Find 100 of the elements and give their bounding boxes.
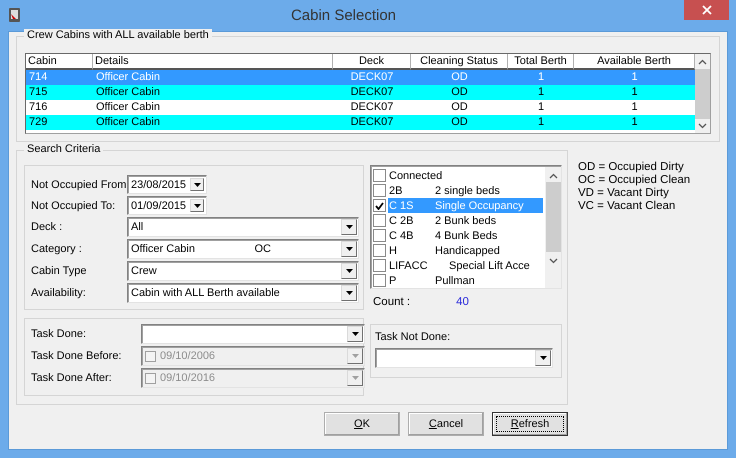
combo-value: All [131,221,144,233]
column-header[interactable]: Cleaning Status [411,54,508,70]
item-description: Special Lift Acce [449,260,530,272]
checkbox[interactable] [373,274,386,287]
feature-list[interactable]: Connected 2B 2 single beds C 1S Single Occupancy C 2B 2 Bunk beds C 4B 4 Bunk Beds H Handicapped LIFACC Special Lift Acce P Pullman [370,165,562,289]
item-code: C 1S [388,200,414,212]
dialog-button[interactable]: Cancel [408,412,484,436]
list-item[interactable]: P Pullman [373,273,545,288]
column-header[interactable]: Available Berth [574,54,695,70]
category-code: OC [254,243,271,255]
field-label: Availability: [31,287,87,299]
checkmark-icon [375,202,384,210]
table-row[interactable]: 729 Officer Cabin DECK07 OD 1 1 [26,115,695,130]
checkbox[interactable] [373,184,386,197]
table-row[interactable]: 715 Officer Cabin DECK07 OD 1 1 [26,85,695,100]
field-label: Task Done: [31,328,88,340]
combo-value: 09/10/2016 [160,372,216,384]
checkbox[interactable] [373,229,386,242]
table-cell-text: 714 [28,70,48,85]
list-item[interactable]: LIFACC Special Lift Acce [373,258,545,273]
combo-value: 09/10/2006 [160,350,216,362]
combo-value: Officer Cabin [131,243,195,255]
checkbox[interactable] [373,214,386,227]
field-label: Task Done After: [31,372,113,384]
count-label: Count : [373,296,410,308]
table-cell-text: DECK07 [350,85,394,100]
table-cell-text: OD [450,100,469,115]
list-item[interactable]: C 4B 4 Bunk Beds [373,228,545,243]
column-header[interactable]: Deck [333,54,411,70]
field-label: Task Not Done: [375,331,452,343]
checkbox[interactable] [373,169,386,182]
dialog-button[interactable]: Refresh [492,412,568,436]
legend-text: VD = Vacant Dirty [578,187,670,200]
dropdown[interactable]: Officer Cabin OC [127,239,359,259]
dropdown[interactable]: All [127,217,359,237]
table-cell-text: Officer Cabin [95,115,161,130]
scrollbar[interactable] [695,54,710,133]
legend-text: OD = Occupied Dirty [578,161,685,174]
dropdown[interactable]: Crew [127,261,359,281]
table-cell-text: 1 [536,70,546,85]
caret-icon [346,225,352,229]
list-item[interactable]: Connected [373,168,545,183]
field-label: Deck : [31,221,64,233]
group-title: Crew Cabins with ALL available berth [24,29,212,41]
window-title: Cabin Selection [290,7,398,24]
table-cell-text: DECK07 [350,115,394,130]
caret-icon [194,204,200,208]
list-item[interactable]: C 2B 2 Bunk beds [373,213,545,228]
table-cell-text: Officer Cabin [95,70,161,85]
scroll-down-icon [698,123,707,129]
checkbox[interactable] [373,244,386,257]
close-icon [702,5,712,15]
table-cell-text: 1 [630,100,639,115]
item-description: Single Occupancy [435,200,524,212]
table-cell-text: DECK07 [350,100,394,115]
app-icon [7,6,23,22]
table-cell-text: 716 [28,100,48,115]
caret-icon [352,376,358,380]
item-code: LIFACC [388,260,429,272]
table-cell-text: 715 [28,85,48,100]
legend-text: OC = Occupied Clean [578,174,690,187]
table-cell-text: 1 [536,85,546,100]
item-description: 2 Bunk beds [435,214,496,226]
scrollbar[interactable] [545,167,561,288]
date-picker[interactable]: 01/09/2015 [127,196,207,215]
checkbox[interactable] [373,259,386,272]
item-description: Pullman [435,274,475,286]
column-header[interactable]: Cabin [26,54,93,70]
item-code: H [388,244,398,256]
dialog-button[interactable]: OK [324,412,400,436]
dropdown[interactable] [375,348,553,368]
table-cell-text: 1 [536,115,546,130]
scroll-up-icon [548,173,558,179]
item-code: P [388,274,398,286]
caret-icon [540,356,546,360]
caret-icon [346,269,352,273]
table-cell-text: 1 [630,70,639,85]
list-item[interactable]: 2B 2 single beds [373,183,545,198]
date-picker[interactable]: 23/08/2015 [127,175,207,194]
combo-value: Crew [131,265,157,277]
column-header[interactable]: Total Berth [508,54,574,70]
field-label: Category : [31,243,83,255]
field-label: Not Occupied From [31,178,125,190]
checkbox[interactable] [373,199,386,212]
table-cell-text: DECK07 [350,70,394,85]
field-label: Cabin Type [31,265,88,277]
table-cell-text: OD [450,115,469,130]
table-cell-text: 1 [630,115,639,130]
caret-icon [352,354,358,358]
table-cell-text: Officer Cabin [95,100,161,115]
close-button[interactable] [684,0,729,20]
item-code: 2B [388,184,404,196]
item-description: 2 single beds [435,184,500,196]
count-value: 40 [456,296,469,308]
group-title: Search Criteria [24,143,104,155]
dropdown[interactable] [141,324,365,344]
field-label: Task Done Before: [31,350,122,362]
dropdown[interactable]: Cabin with ALL Berth available [127,283,359,303]
list-item[interactable]: H Handicapped [373,243,545,258]
column-header[interactable]: Details [93,54,333,70]
